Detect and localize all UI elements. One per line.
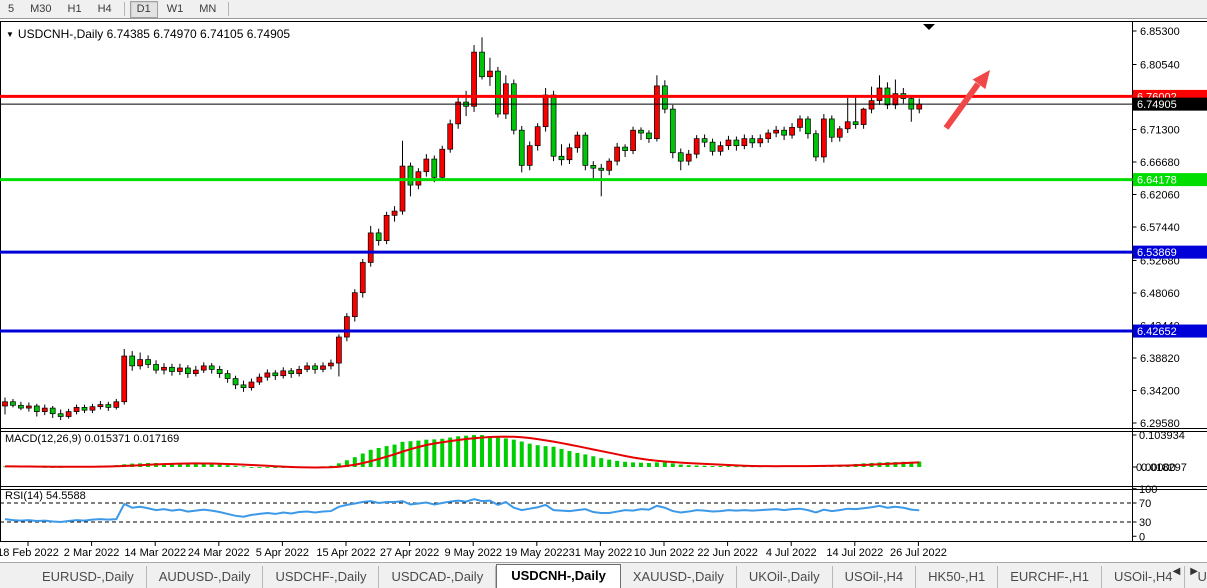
price-tick-label: 6.48060 — [1140, 288, 1180, 300]
date-tick-label: 5 Apr 2022 — [256, 547, 309, 559]
date-tick-label: 9 May 2022 — [444, 547, 501, 559]
date-tick-label: 26 Jul 2022 — [890, 547, 947, 559]
rsi-tick-label: 0 — [1139, 531, 1145, 543]
macd-indicator-label: MACD(12,26,9) 0.015371 0.017169 — [5, 433, 179, 445]
date-tick-label: 15 Apr 2022 — [316, 547, 375, 559]
tab-eurusddaily[interactable]: EURUSD-,Daily — [30, 566, 147, 588]
tab-xauusddaily[interactable]: XAUUSD-,Daily — [621, 566, 737, 588]
chart-canvas[interactable]: 6.85300 6.80540 6.71300 6.66680 6.62060 6.574… — [0, 0, 1207, 562]
date-tick-label: 4 Jul 2022 — [766, 547, 817, 559]
rsi-tick-label: 30 — [1139, 517, 1151, 529]
tab-eurchfh1[interactable]: EURCHF-,H1 — [998, 566, 1102, 588]
tab-scroll-right-icon[interactable]: ▶ — [1185, 566, 1203, 577]
symbol-title: ▼ USDCNH-,Daily 6.74385 6.74970 6.74105 6… — [6, 27, 290, 41]
tab-usdcnhdaily[interactable]: USDCNH-,Daily — [496, 564, 621, 588]
rsi-tick-label: 100 — [1139, 484, 1157, 496]
symbol-ohlc-text: USDCNH-,Daily 6.74385 6.74970 6.74105 6.… — [18, 27, 290, 41]
tab-usdchfdaily[interactable]: USDCHF-,Daily — [263, 566, 379, 588]
price-badge-label: 6.42652 — [1137, 326, 1177, 338]
tab-ukoildaily[interactable]: UKOil-,Daily — [737, 566, 833, 588]
date-tick-label: 27 Apr 2022 — [380, 547, 439, 559]
date-tick-label: 14 Jul 2022 — [826, 547, 883, 559]
mt4-chart-window: 5M30H1H4D1W1MN 6.853006.805406.713006.66… — [0, 0, 1207, 588]
price-tick-label: 6.85300 — [1140, 26, 1180, 38]
macd-current-label: 0.018297 — [1141, 462, 1187, 474]
trend-arrow-shaft[interactable] — [946, 84, 978, 128]
tab-hk50h1[interactable]: HK50-,H1 — [916, 566, 998, 588]
price-tick-label: 6.34200 — [1140, 386, 1180, 398]
date-tick-label: 18 Feb 2022 — [0, 547, 59, 559]
price-tick-label: 6.29580 — [1140, 418, 1180, 430]
price-tick-label: 6.62060 — [1140, 190, 1180, 202]
price-tick-label: 6.71300 — [1140, 124, 1180, 136]
date-tick-label: 19 May 2022 — [505, 547, 569, 559]
price-tick-label: 6.66680 — [1140, 157, 1180, 169]
tab-audusddaily[interactable]: AUDUSD-,Daily — [147, 566, 264, 588]
tab-usoilh4[interactable]: USOil-,H4 — [833, 566, 917, 588]
price-tick-label: 6.57440 — [1140, 222, 1180, 234]
symbol-tabbar: EURUSD-,DailyAUDUSD-,DailyUSDCHF-,DailyU… — [0, 562, 1207, 588]
rsi-tick-label: 70 — [1139, 498, 1151, 510]
price-badge-label: 6.74905 — [1137, 99, 1177, 111]
tab-scroll-arrows: ◀▶ — [1168, 566, 1203, 577]
date-tick-label: 10 Jun 2022 — [634, 547, 695, 559]
date-tick-label: 31 May 2022 — [569, 547, 633, 559]
price-tick-label: 6.38820 — [1140, 353, 1180, 365]
series-end-marker — [923, 24, 935, 30]
rsi-indicator-label: RSI(14) 54.5588 — [5, 490, 86, 502]
date-tick-label: 2 Mar 2022 — [64, 547, 120, 559]
candlesticks — [3, 37, 922, 420]
price-tick-label: 6.80540 — [1140, 59, 1180, 71]
date-tick-label: 22 Jun 2022 — [697, 547, 758, 559]
price-badge-label: 6.64178 — [1137, 175, 1177, 187]
tab-scroll-left-icon[interactable]: ◀ — [1168, 566, 1186, 577]
macd-max-label: 0.103934 — [1139, 430, 1185, 442]
date-tick-label: 24 Mar 2022 — [188, 547, 250, 559]
price-badge-label: 6.53869 — [1137, 247, 1177, 259]
chevron-down-icon[interactable]: ▼ — [6, 30, 14, 39]
tab-usdcaddaily[interactable]: USDCAD-,Daily — [379, 566, 496, 588]
date-tick-label: 14 Mar 2022 — [124, 547, 186, 559]
